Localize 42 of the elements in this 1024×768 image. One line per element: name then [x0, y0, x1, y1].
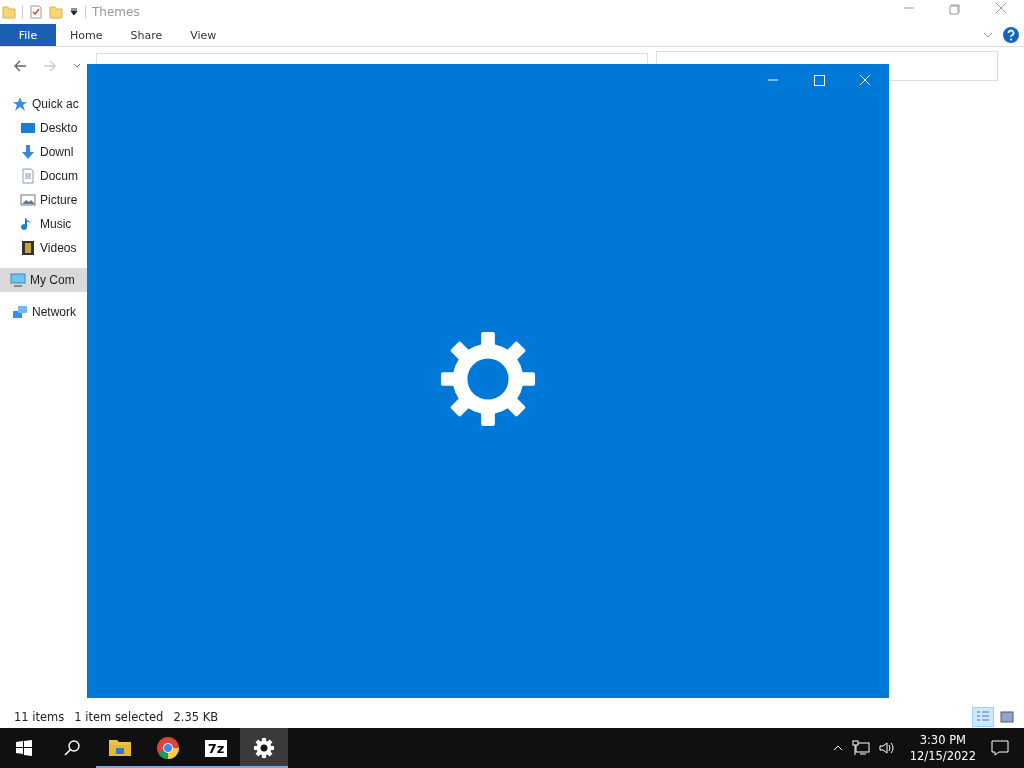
sidebar-item[interactable]: Music [0, 212, 87, 236]
download-arrow-icon [20, 144, 36, 160]
ribbon-tab[interactable]: View [176, 24, 231, 46]
picture-icon [20, 192, 36, 208]
help-icon[interactable] [1002, 26, 1020, 44]
picture-icon [999, 709, 1015, 725]
sidebar-item[interactable]: Docum [0, 164, 87, 188]
sidebar-item[interactable]: Quick ac [0, 92, 87, 116]
window-title: Themes [92, 5, 140, 19]
star-icon [12, 96, 28, 112]
status-text: 1 item selected [74, 710, 164, 724]
notification-icon[interactable] [990, 738, 1010, 758]
monitor-icon [10, 272, 26, 288]
back-arrow-icon[interactable] [12, 58, 28, 74]
network-icon [12, 304, 28, 320]
checklist-icon[interactable] [29, 5, 43, 19]
status-text: 11 items [14, 710, 65, 724]
speaker-icon[interactable] [877, 740, 896, 756]
clock[interactable]: 3:30 PM 12/15/2022 [903, 732, 982, 764]
network-icon[interactable] [851, 740, 870, 756]
search-icon[interactable] [64, 740, 80, 756]
taskbar-app-button[interactable] [240, 728, 288, 768]
sidebar-item[interactable]: Downl [0, 140, 87, 164]
status-text: 2.35 KB [173, 710, 219, 724]
gear-icon [252, 736, 276, 760]
file-menu-tab[interactable]: File [0, 24, 56, 46]
ribbon-tab[interactable]: Home [56, 24, 117, 46]
film-icon [20, 240, 36, 256]
7zip-app-button[interactable]: 7z [192, 728, 240, 768]
folder-icon [2, 5, 16, 19]
sidebar-item[interactable]: Deskto [0, 116, 87, 140]
sidebar-item[interactable]: Network [0, 300, 87, 324]
gear-icon [439, 330, 537, 428]
sidebar-item[interactable]: Picture [0, 188, 87, 212]
windows-logo-icon[interactable] [16, 740, 32, 756]
chrome-icon [156, 736, 180, 760]
sidebar-item[interactable]: My Com [0, 268, 87, 292]
document-icon [20, 168, 36, 184]
desktop-icon [20, 120, 36, 136]
caret-icon[interactable] [69, 7, 79, 17]
sidebar-item[interactable]: Videos [0, 236, 87, 260]
ribbon-tab[interactable]: Share [116, 24, 177, 46]
